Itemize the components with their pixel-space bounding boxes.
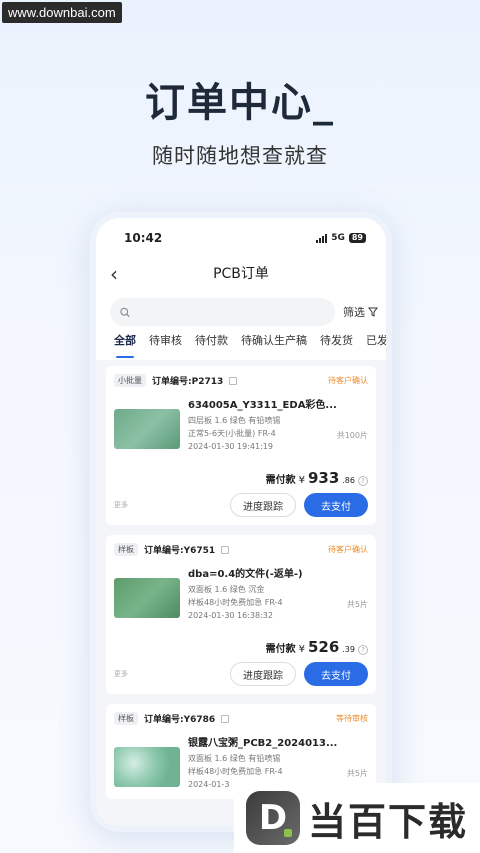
action-row: 更多 进度跟踪 去支付 (114, 493, 368, 517)
order-file-name: 银露八宝粥_PCB2_2024013... (188, 738, 338, 749)
order-spec: 双面板 1.6 绿色 沉金 (188, 585, 265, 594)
order-header: 小批量 订单编号:P2713 待客户确认 (114, 374, 368, 387)
order-header: 样板 订单编号:Y6786 等待审核 (114, 712, 368, 725)
price-integer: 933 (307, 469, 340, 487)
filter-label: 筛选 (343, 306, 365, 319)
tab-shipped[interactable]: 已发 (366, 332, 386, 358)
order-body: dba=0.4的文件(-返单-) 双面板 1.6 绿色 沉金 样板48小时免费加… (114, 568, 368, 622)
order-tabs: 全部 待审核 待付款 待确认生产稿 待发货 已发 (114, 332, 386, 358)
order-number: 订单编号:P2713 (152, 377, 224, 387)
payment-label: 需付款 (265, 475, 296, 486)
back-arrow-icon[interactable]: ‹ (110, 262, 118, 286)
order-lead-time: 样板48小时免费加急 FR-4 (188, 598, 283, 607)
copy-icon[interactable] (221, 714, 230, 723)
status-time: 10:42 (124, 231, 163, 245)
pcb-thumbnail (114, 409, 180, 449)
order-body: 634005A_Y3311_EDA彩色... 四层板 1.6 绿色 有铅喷锡 正… (114, 399, 368, 453)
brand-logo-icon: D (246, 791, 300, 845)
order-file-name: 634005A_Y3311_EDA彩色... (188, 400, 337, 411)
order-number: 订单编号:Y6751 (144, 546, 216, 556)
hero-title: 订单中心_ (145, 80, 335, 126)
more-link[interactable]: 更多 (114, 500, 128, 510)
status-indicators: 5G 89 (316, 233, 366, 243)
page-title: PCB订单 (213, 266, 269, 282)
tab-pending-review[interactable]: 待审核 (149, 332, 182, 358)
order-card[interactable]: 小批量 订单编号:P2713 待客户确认 634005A_Y3311_EDA彩色… (106, 366, 376, 525)
order-quantity: 共5片 (346, 600, 368, 609)
order-status: 待客户确认 (328, 376, 368, 385)
filter-icon (368, 307, 378, 317)
tab-pending-payment[interactable]: 待付款 (195, 332, 228, 358)
order-type-tag: 样板 (114, 543, 138, 556)
phone-frame: 10:42 5G 89 ‹ PCB订单 筛选 全部 待审核 待付款 待确认生产稿… (90, 212, 392, 832)
signal-icon (316, 233, 328, 243)
pay-button[interactable]: 去支付 (304, 662, 368, 686)
payment-row: 需付款 ¥ 526.39 ? (114, 638, 368, 656)
currency-symbol: ¥ (298, 644, 305, 655)
action-row: 更多 进度跟踪 去支付 (114, 662, 368, 686)
brand-watermark: D 当百下载 (234, 783, 480, 853)
order-info: dba=0.4的文件(-返单-) 双面板 1.6 绿色 沉金 样板48小时免费加… (188, 568, 368, 622)
price-decimal: .86 (342, 476, 355, 485)
order-time: 2024-01-30 16:38:32 (188, 611, 273, 620)
help-icon[interactable]: ? (358, 476, 368, 486)
price-integer: 526 (307, 638, 340, 656)
order-card[interactable]: 样板 订单编号:Y6751 待客户确认 dba=0.4的文件(-返单-) 双面板… (106, 535, 376, 694)
brand-logo-text: 当百下载 (308, 799, 469, 844)
more-link[interactable]: 更多 (114, 669, 128, 679)
order-spec: 四层板 1.6 绿色 有铅喷锡 (188, 416, 281, 425)
order-status: 等待审核 (336, 714, 368, 723)
tab-pending-production-confirm[interactable]: 待确认生产稿 (241, 332, 307, 358)
filter-button[interactable]: 筛选 (343, 304, 378, 320)
nav-bar: ‹ PCB订单 (96, 258, 386, 288)
pay-button[interactable]: 去支付 (304, 493, 368, 517)
order-file-name: dba=0.4的文件(-返单-) (188, 569, 303, 580)
order-quantity: 共100片 (336, 431, 368, 440)
order-list: 小批量 订单编号:P2713 待客户确认 634005A_Y3311_EDA彩色… (96, 360, 386, 826)
order-lead-time: 样板48小时免费加急 FR-4 (188, 767, 283, 776)
order-type-tag: 小批量 (114, 374, 146, 387)
order-header: 样板 订单编号:Y6751 待客户确认 (114, 543, 368, 556)
track-progress-button[interactable]: 进度跟踪 (230, 662, 296, 686)
order-number: 订单编号:Y6786 (144, 715, 216, 725)
price-decimal: .39 (342, 645, 355, 654)
network-label: 5G (331, 233, 345, 243)
copy-icon[interactable] (221, 545, 230, 554)
order-info: 634005A_Y3311_EDA彩色... 四层板 1.6 绿色 有铅喷锡 正… (188, 399, 368, 453)
order-spec: 双面板 1.6 绿色 有铅喷锡 (188, 754, 281, 763)
order-quantity: 共5片 (346, 769, 368, 778)
tab-pending-shipment[interactable]: 待发货 (320, 332, 353, 358)
battery-icon: 89 (348, 233, 366, 243)
search-row: 筛选 (110, 298, 378, 326)
order-type-tag: 样板 (114, 712, 138, 725)
search-input[interactable] (136, 306, 335, 318)
status-bar: 10:42 5G 89 (96, 228, 386, 248)
pcb-thumbnail (114, 747, 180, 787)
tab-all[interactable]: 全部 (114, 332, 136, 358)
copy-icon[interactable] (229, 376, 238, 385)
site-watermark: www.downbai.com (2, 2, 122, 23)
currency-symbol: ¥ (298, 475, 305, 486)
help-icon[interactable]: ? (358, 645, 368, 655)
search-bar[interactable] (110, 298, 335, 326)
order-status: 待客户确认 (328, 545, 368, 554)
payment-label: 需付款 (265, 644, 296, 655)
pcb-thumbnail (114, 578, 180, 618)
search-icon (120, 307, 130, 317)
payment-row: 需付款 ¥ 933.86 ? (114, 469, 368, 487)
track-progress-button[interactable]: 进度跟踪 (230, 493, 296, 517)
hero-subtitle: 随时随地想查就查 (152, 144, 328, 168)
